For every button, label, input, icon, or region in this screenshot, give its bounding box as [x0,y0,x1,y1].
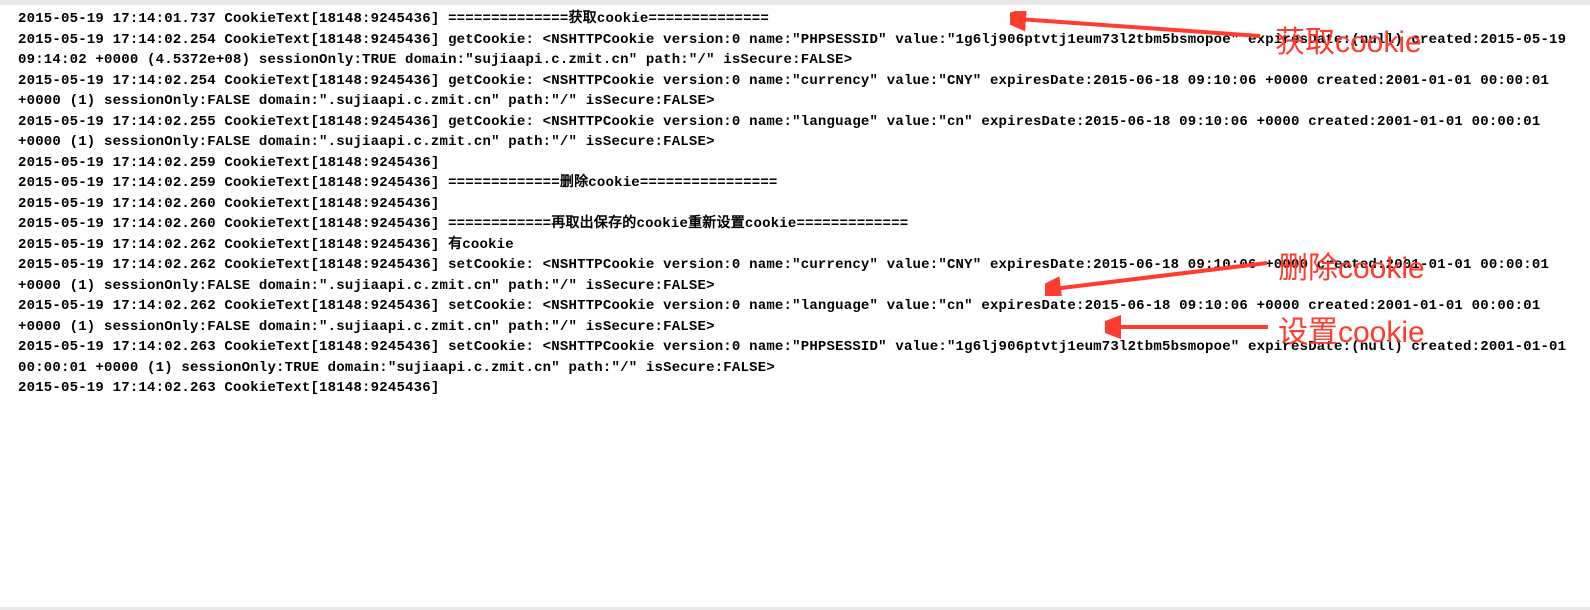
console-log-output: 2015-05-19 17:14:01.737 CookieText[18148… [0,5,1590,403]
